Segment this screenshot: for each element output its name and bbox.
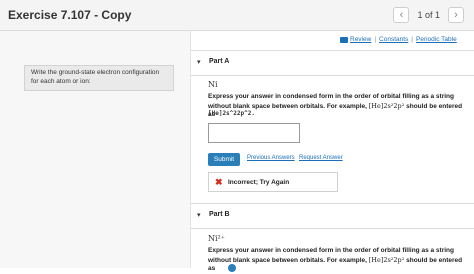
- example-configuration: [He]2s²2p²: [368, 101, 405, 110]
- constants-link[interactable]: Constants: [379, 36, 408, 43]
- part-a-header[interactable]: ▾ Part A: [191, 50, 474, 76]
- part-b-species: Ni²⁺: [208, 234, 225, 243]
- part-a-species: Ni: [208, 80, 218, 89]
- collapse-triangle-icon[interactable]: ▾: [197, 58, 201, 66]
- link-separator: |: [374, 36, 377, 43]
- periodic-table-link[interactable]: Periodic Table: [416, 36, 457, 43]
- help-icon[interactable]: [228, 264, 236, 272]
- collapse-triangle-icon[interactable]: ▾: [197, 211, 201, 219]
- answer-input[interactable]: [208, 123, 300, 143]
- page-count: 1 of 1: [417, 10, 440, 20]
- previous-answers-link[interactable]: Previous Answers: [247, 155, 295, 161]
- example-entry: [He]2s^22p^2.: [208, 110, 255, 117]
- question-prompt: Write the ground-state electron configur…: [24, 65, 174, 91]
- submit-button[interactable]: Submit: [208, 153, 240, 166]
- error-icon: ✖: [215, 177, 223, 187]
- part-b-instructions: Express your answer in condensed form in…: [208, 247, 464, 274]
- chevron-right-icon[interactable]: ›: [448, 7, 464, 23]
- feedback-message: Incorrect; Try Again: [228, 179, 290, 186]
- resource-links: Review | Constants | Periodic Table: [340, 36, 457, 43]
- example-configuration: [He]2s²2p²: [368, 255, 405, 264]
- pager: ‹ 1 of 1 ›: [393, 6, 464, 24]
- top-bar: Exercise 7.107 - Copy ‹ 1 of 1 ›: [0, 0, 474, 31]
- part-a-label: Part A: [209, 58, 230, 65]
- part-b-label: Part B: [209, 211, 230, 218]
- book-icon: [340, 36, 348, 43]
- feedback-box: ✖ Incorrect; Try Again: [208, 172, 338, 192]
- left-panel: Write the ground-state electron configur…: [0, 31, 190, 268]
- review-link[interactable]: Review: [350, 36, 371, 43]
- request-answer-link[interactable]: Request Answer: [299, 155, 343, 161]
- link-separator: |: [411, 36, 413, 43]
- part-b-header[interactable]: ▾ Part B: [191, 203, 474, 229]
- page-title: Exercise 7.107 - Copy: [8, 8, 132, 22]
- chevron-left-icon[interactable]: ‹: [393, 7, 410, 23]
